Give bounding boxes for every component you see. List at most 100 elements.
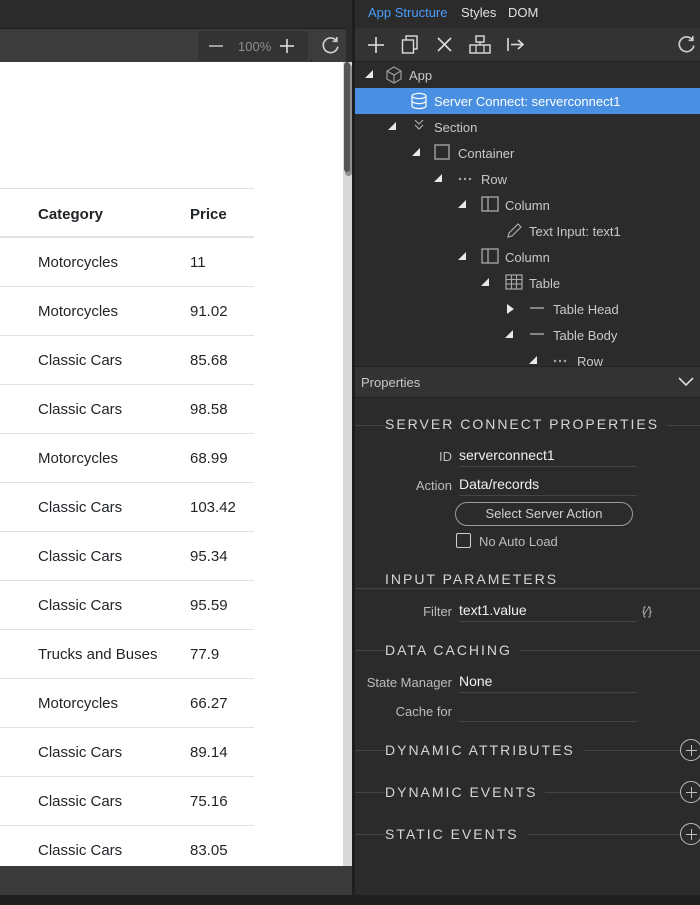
collapse-arrow-icon[interactable] [458,200,466,208]
table-row: Motorcycles 11 [0,238,254,287]
tree-node-server-connect-serverconnect1[interactable]: Server Connect: serverconnect1 [355,88,700,114]
tree-node-row[interactable]: Row [355,166,700,192]
collapse-arrow-icon[interactable] [481,278,489,286]
tab-dom[interactable]: DOM [508,5,538,20]
refresh-icon[interactable] [320,35,341,56]
section-server-connect: SERVER CONNECT PROPERTIES [385,416,668,432]
add-static-event-icon[interactable] [680,823,700,845]
section-data-caching: DATA CACHING [385,642,520,658]
collapse-arrow-icon[interactable] [505,330,513,338]
wrap-icon[interactable] [469,35,491,54]
tree-node-label: Section [434,120,478,135]
copy-icon[interactable] [401,35,419,54]
tree-node-label: Table Body [553,328,618,343]
refresh-tree-icon[interactable] [676,34,697,55]
collapse-arrow-icon[interactable] [434,174,442,182]
collapse-arrow-icon[interactable] [412,148,420,156]
cell-price: 83.05 [190,842,228,859]
dynamic-data-icon[interactable]: {⁄} [642,604,652,618]
cell-price: 98.58 [190,401,228,418]
table-row: Motorcycles 68.99 [0,434,254,483]
tree-node-table[interactable]: Table [355,270,700,296]
properties-panel: SERVER CONNECT PROPERTIES ID serverconne… [355,398,700,866]
tree-node-app[interactable]: App [355,62,700,88]
add-dynamic-attribute-icon[interactable] [680,739,700,761]
tree-scrollbar[interactable] [344,62,350,172]
section-static-events[interactable]: STATIC EVENTS [385,826,527,842]
collapse-arrow-icon[interactable] [458,252,466,260]
tree-node-label: Table [529,276,561,291]
header-category: Category [38,206,104,223]
tab-app-structure[interactable]: App Structure [368,5,448,20]
column-icon [481,248,499,267]
table-row: Classic Cars 95.34 [0,532,254,581]
id-field[interactable]: serverconnect1 [459,445,637,467]
tree-node-table-body[interactable]: Table Body [355,322,700,348]
dash-icon [529,300,545,317]
collapse-arrow-icon[interactable] [529,356,537,364]
cell-price: 91.02 [190,303,228,320]
filter-field[interactable]: text1.value [459,600,637,622]
tab-styles[interactable]: Styles [461,5,496,20]
cell-price: 68.99 [190,450,228,467]
cell-price: 11 [190,254,206,271]
tree-node-row[interactable]: Row [355,348,700,366]
tree-node-table-head[interactable]: Table Head [355,296,700,322]
cell-price: 95.59 [190,597,228,614]
add-icon[interactable] [367,36,385,54]
unwrap-icon[interactable] [507,37,525,52]
tree-node-label: Column [505,198,550,213]
collapse-arrow-icon[interactable] [388,122,396,130]
action-label: Action [415,478,452,493]
no-auto-load-checkbox[interactable] [456,533,471,548]
table-header-row: Category Price [0,188,254,238]
table-row: Classic Cars 83.05 [0,826,254,866]
action-field[interactable]: Data/records [459,474,637,496]
cell-price: 85.68 [190,352,228,369]
section-dynamic-attributes[interactable]: DYNAMIC ATTRIBUTES [385,742,583,758]
filter-label: Filter [423,604,452,619]
structure-toolbar [355,28,700,62]
database-icon [410,92,428,113]
tree-node-label: Table Head [553,302,619,317]
chevron-down-icon[interactable] [678,377,694,387]
cache-for-label: Cache for [395,704,452,719]
tree-node-label: Text Input: text1 [529,224,621,239]
expand-arrow-icon[interactable] [507,304,514,314]
tree-node-text-input-text1[interactable]: Text Input: text1 [355,218,700,244]
tree-node-column[interactable]: Column [355,244,700,270]
column-icon [481,196,499,215]
panel-tabs: App Structure Styles DOM [355,0,700,28]
no-auto-load-label: No Auto Load [479,534,558,549]
cache-for-field[interactable] [459,700,637,722]
tree-node-label: Container [458,146,515,161]
section-dynamic-events[interactable]: DYNAMIC EVENTS [385,784,546,800]
select-server-action-button[interactable]: Select Server Action [455,502,633,526]
table-row: Classic Cars 98.58 [0,385,254,434]
cell-category: Classic Cars [38,842,123,859]
tree-node-container[interactable]: Container [355,140,700,166]
zoom-in-icon[interactable] [279,38,295,54]
tree-node-column[interactable]: Column [355,192,700,218]
collapse-arrow-icon[interactable] [365,70,373,78]
section-input-parameters: INPUT PARAMETERS [385,571,567,587]
cell-category: Classic Cars [38,597,123,614]
properties-header[interactable]: Properties [355,366,700,398]
cell-category: Classic Cars [38,401,123,418]
zoom-out-icon[interactable] [208,38,224,54]
delete-icon[interactable] [437,37,452,52]
cube-icon [385,66,403,87]
state-manager-field[interactable]: None [459,671,637,693]
zoom-level[interactable]: 100% [238,39,271,54]
table-row: Classic Cars 95.59 [0,581,254,630]
table-icon [505,274,523,293]
dash-icon [529,326,545,343]
cell-category: Classic Cars [38,744,123,761]
table-body: Motorcycles 11 Motorcycles 91.02 Classic Car… [0,238,254,866]
tree-node-section[interactable]: Section [355,114,700,140]
properties-title: Properties [361,375,421,390]
table-row: Classic Cars 89.14 [0,728,254,777]
add-dynamic-event-icon[interactable] [680,781,700,803]
table-row: Motorcycles 91.02 [0,287,254,336]
zoom-controls: 100% [198,31,308,61]
